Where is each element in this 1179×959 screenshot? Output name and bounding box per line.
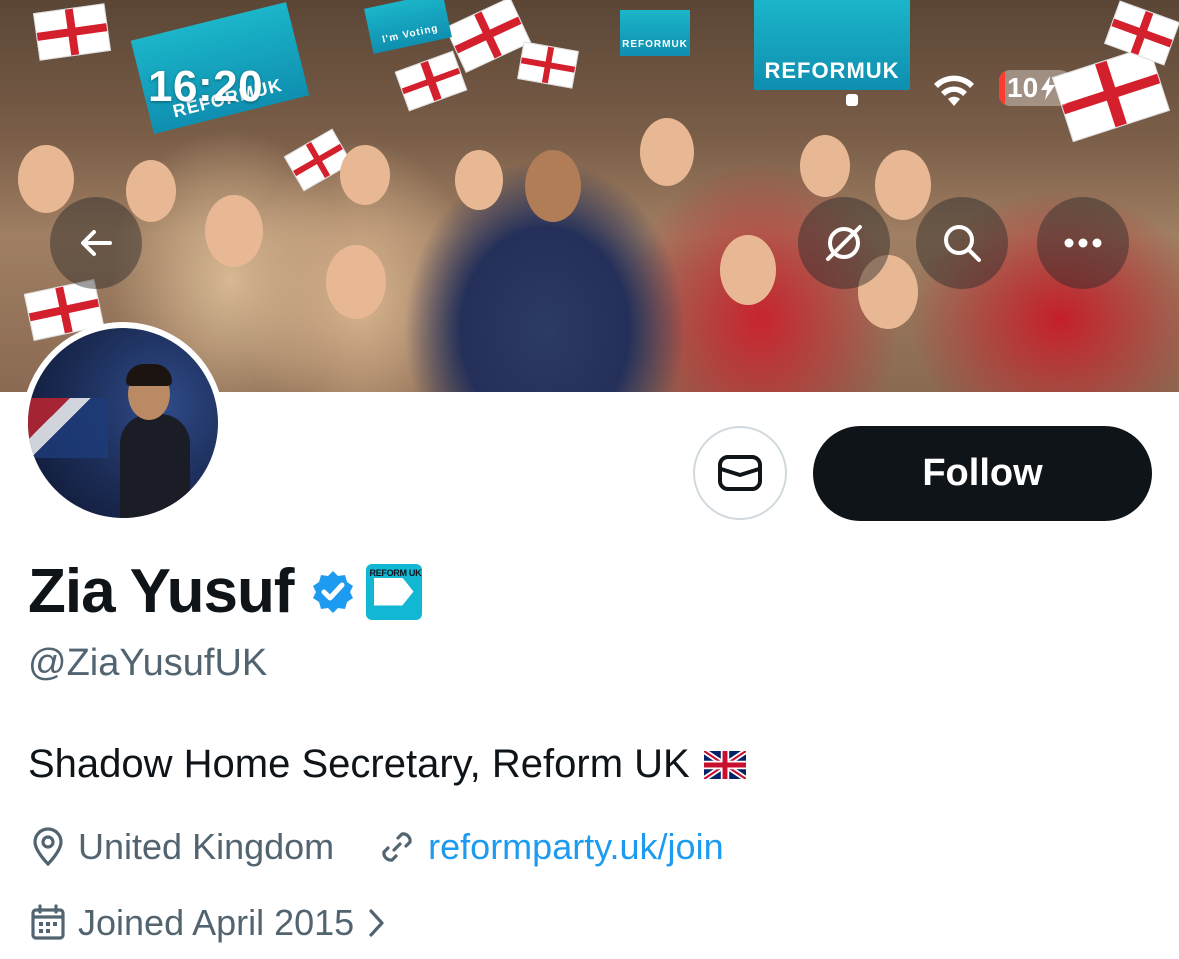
- person-face: [205, 195, 263, 267]
- affiliation-label: REFORM UK: [369, 567, 422, 578]
- follow-button[interactable]: Follow: [813, 426, 1152, 521]
- person-face: [800, 135, 850, 197]
- back-button[interactable]: [50, 197, 142, 289]
- joined-row[interactable]: Joined April 2015: [28, 902, 396, 944]
- verified-badge-icon[interactable]: [310, 569, 356, 615]
- calendar-icon: [28, 903, 68, 943]
- translate-icon: [826, 225, 862, 261]
- person-face: [875, 150, 931, 220]
- link-icon: [376, 826, 418, 868]
- status-time: 16:20: [148, 62, 264, 111]
- back-arrow-icon: [81, 230, 112, 256]
- profile-meta-row: United Kingdom reformparty.uk/join: [28, 826, 724, 868]
- location-pin-icon: [28, 827, 68, 867]
- message-button[interactable]: [693, 426, 787, 520]
- bio-text: Shadow Home Secretary, Reform UK: [28, 742, 690, 786]
- website-link[interactable]: reformparty.uk/join: [428, 826, 723, 868]
- dynamic-island-dot: [846, 94, 858, 106]
- search-icon: [944, 225, 981, 262]
- envelope-icon: [718, 455, 762, 491]
- battery-level: 10: [1007, 72, 1039, 103]
- profile-bio: Shadow Home Secretary, Reform UK: [28, 742, 746, 787]
- joined-text: Joined April 2015: [78, 902, 355, 943]
- person-face: [525, 150, 581, 222]
- affiliation-badge-icon[interactable]: REFORM UK: [365, 563, 422, 620]
- profile-avatar[interactable]: [22, 322, 224, 524]
- display-name: Zia Yusuf: [28, 557, 294, 626]
- avatar-image: [28, 328, 218, 518]
- person-face: [455, 150, 503, 210]
- person-face: [340, 145, 390, 205]
- person-face: [720, 235, 776, 305]
- chevron-right-icon: [366, 907, 386, 939]
- search-button[interactable]: [916, 197, 1008, 289]
- person-face: [126, 160, 176, 222]
- person-face: [18, 145, 74, 213]
- uk-flag-icon: [703, 750, 746, 779]
- wifi-icon: [932, 72, 976, 113]
- battery-indicator: 10: [999, 70, 1071, 106]
- profile-name-row: Zia Yusuf REFORM UK: [28, 556, 422, 627]
- status-bar: 16:20 10: [0, 0, 1179, 130]
- more-button[interactable]: [1037, 197, 1129, 289]
- charging-bolt-icon: [1041, 76, 1056, 100]
- translate-button[interactable]: [798, 197, 890, 289]
- profile-handle: @ZiaYusufUK: [28, 642, 268, 684]
- location-text: United Kingdom: [78, 826, 335, 867]
- person-face: [326, 245, 386, 319]
- more-icon: [1064, 238, 1102, 248]
